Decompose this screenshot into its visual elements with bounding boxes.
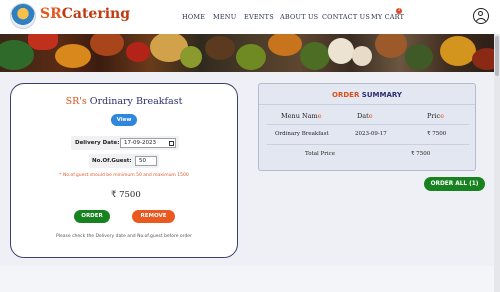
summary-item-date: 2023-09-17	[355, 131, 387, 137]
footer-strip	[0, 266, 500, 292]
nav-events[interactable]: EVENTS	[244, 13, 274, 21]
nav-home[interactable]: HOME	[182, 13, 205, 21]
total-price-label: Total Price	[305, 151, 335, 157]
delivery-date-row: Delivery Date: 17-09-2023	[71, 136, 179, 150]
guest-count-value: 50	[139, 158, 146, 164]
item-title: SR's Ordinary Breakfast	[11, 96, 237, 107]
scrollbar-thumb[interactable]	[495, 36, 499, 76]
order-all-button[interactable]: ORDER ALL (1)	[424, 177, 485, 191]
guest-count-input[interactable]: 50	[135, 156, 157, 166]
summary-item-name: Ordinary Breakfast	[275, 131, 329, 137]
order-summary-panel: ORDER SUMMARY Menu Name Date Price Ordin…	[258, 83, 476, 171]
summary-title-rest: SUMMARY	[359, 91, 402, 99]
view-button[interactable]: View	[111, 114, 137, 126]
spices-banner	[0, 34, 500, 72]
header-divider	[267, 124, 469, 125]
catering-logo-icon[interactable]	[10, 3, 36, 29]
delivery-date-value: 17-09-2023	[124, 140, 156, 146]
calendar-icon[interactable]	[169, 141, 174, 146]
summary-divider	[259, 104, 475, 105]
nav-about-us[interactable]: ABOUT US	[280, 13, 318, 21]
guest-limit-warning: * No.of.guest should be minimum 50 and m…	[59, 173, 189, 178]
order-button[interactable]: ORDER	[74, 210, 110, 223]
delivery-date-input[interactable]: 17-09-2023	[120, 138, 176, 148]
order-hint: Please check the Delivery date and No.of…	[56, 234, 192, 239]
brand-name[interactable]: SRCatering	[40, 6, 130, 22]
nav-menu[interactable]: MENU	[213, 13, 236, 21]
order-summary-title: ORDER SUMMARY	[259, 91, 475, 99]
user-profile-icon[interactable]	[473, 8, 489, 24]
brand-catering: Catering	[61, 6, 130, 22]
nav-my-cart[interactable]: MY CART	[371, 13, 404, 21]
item-title-name: Ordinary Breakfast	[86, 96, 183, 107]
brand-sr: SR	[40, 6, 62, 22]
order-item-card: SR's Ordinary Breakfast View Delivery Da…	[10, 83, 238, 258]
delivery-date-label: Delivery Date:	[75, 140, 120, 146]
item-price: ₹ 7500	[111, 190, 141, 200]
remove-button[interactable]: REMOVE	[132, 210, 175, 223]
nav-contact-us[interactable]: CONTACT US	[322, 13, 370, 21]
page-scrollbar[interactable]	[494, 34, 500, 292]
header-price: Price	[427, 112, 445, 120]
item-title-sr: SR's	[65, 96, 87, 107]
navbar: SRCatering HOME MENU EVENTS ABOUT US CON…	[0, 0, 500, 34]
summary-title-order: ORDER	[332, 91, 360, 99]
row-divider	[267, 144, 469, 145]
summary-item-price: ₹ 7500	[427, 131, 447, 137]
header-menu-name: Menu Name	[281, 112, 322, 120]
guest-count-label: No.Of.Guest:	[92, 158, 132, 164]
header-date: Date	[357, 112, 373, 120]
total-price-value: ₹ 7500	[411, 151, 431, 157]
guest-count-row: No.Of.Guest: 50	[89, 154, 159, 168]
cart-count-badge: 1	[396, 8, 402, 14]
